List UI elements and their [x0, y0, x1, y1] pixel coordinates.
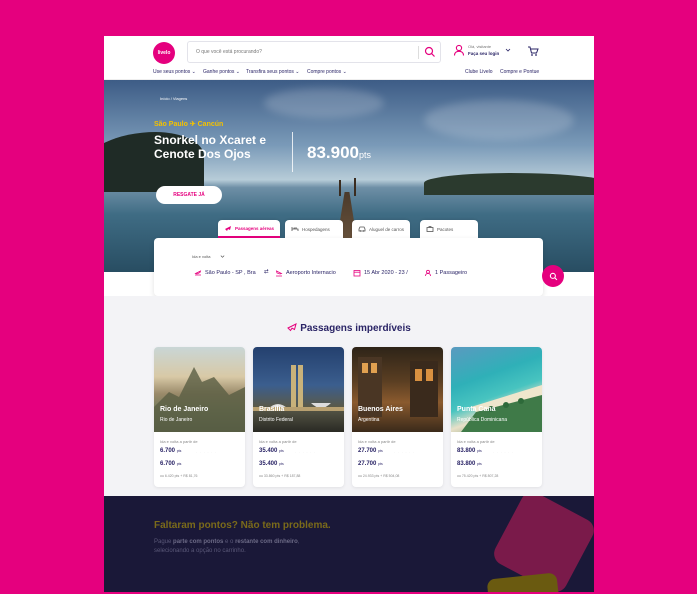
dots-divider: · · · · · ·: [394, 450, 416, 454]
dots-divider: · · · · · ·: [493, 450, 515, 454]
cloud: [424, 100, 574, 140]
deal-city: Rio de Janeiro: [160, 406, 209, 413]
deal-card-brasilia[interactable]: Brasília Distrito Federal Ida e volta a …: [253, 347, 344, 487]
nav-earn-points[interactable]: Ganhe pontos ⌄: [203, 69, 240, 75]
plane-icon: [225, 226, 231, 231]
dots-divider: · · · · · ·: [196, 450, 218, 454]
person-icon: [425, 269, 431, 277]
tab-packages[interactable]: Pacotes: [420, 220, 478, 238]
banner-text: Pague parte com pontos e o restante com …: [154, 539, 300, 554]
deal-card-rio[interactable]: Rio de Janeiro Rio de Janeiro Ida e volt…: [154, 347, 245, 487]
nav-use-points[interactable]: Use seus pontos ⌄: [153, 69, 196, 75]
deal-region: República Dominicana: [457, 417, 508, 423]
deal-points-club: 27.700 pts: [358, 461, 383, 467]
deal-mixed-payment: ou 24.933 pts + R$ 504,08: [358, 474, 400, 478]
nav-transfer-points[interactable]: Transfira seus pontos ⌄: [246, 69, 300, 75]
deal-mixed-payment: ou 75.420 pts + R$ 807,28: [457, 474, 499, 478]
header: livelo O que você está procurando? Olá, …: [104, 36, 594, 80]
search-icon: [549, 272, 557, 280]
suitcase-icon: [426, 226, 434, 232]
calendar-icon: [353, 270, 361, 277]
nav-buy-points[interactable]: Compre pontos ⌄: [307, 69, 347, 75]
takeoff-icon: [194, 270, 202, 276]
deal-city: Punta Cana: [457, 406, 496, 413]
price-from-label: Ida e volta a partir de: [358, 439, 396, 444]
nav-clube-livelo[interactable]: Clube Livelo: [465, 69, 493, 75]
route-label: São Paulo ✈ Cancún: [154, 121, 224, 128]
plane-icon: ✈: [189, 121, 196, 128]
search-input[interactable]: O que você está procurando?: [196, 49, 262, 55]
breadcrumb-current: Viagens: [172, 96, 188, 101]
deal-points: 6.700 pts: [160, 448, 182, 454]
deal-city: Buenos Aires: [358, 406, 403, 413]
offer-title: Snorkel no Xcaret e Cenote Dos Ojos: [154, 133, 267, 161]
bed-icon: [291, 227, 299, 231]
nav-compre-pontue[interactable]: Compre e Pontue: [500, 69, 539, 75]
price-from-label: Ida e volta a partir de: [457, 439, 495, 444]
deals-title: Passagens imperdíveis: [104, 322, 594, 334]
decorative-shape: [486, 572, 560, 592]
trip-type-select[interactable]: Ida e volta: [192, 254, 210, 259]
passengers-field[interactable]: 1 Passageiro: [424, 269, 467, 277]
plane-icon: [287, 323, 297, 332]
page: livelo O que você está procurando? Olá, …: [104, 36, 594, 592]
cloud: [264, 88, 384, 118]
cart-icon[interactable]: [527, 45, 539, 57]
user-icon[interactable]: [452, 43, 466, 57]
breadcrumb: Início / Viagens: [160, 96, 187, 101]
pier-post: [339, 180, 341, 196]
deal-card-buenos-aires[interactable]: Buenos Aires Argentina Ida e volta a par…: [352, 347, 443, 487]
redeem-button[interactable]: RESGATE JÁ: [156, 186, 222, 204]
deal-points: 35.400 pts: [259, 448, 284, 454]
search-bar[interactable]: O que você está procurando?: [187, 41, 441, 63]
deal-points: 27.700 pts: [358, 448, 383, 454]
pier-post: [354, 178, 356, 196]
search-icon[interactable]: [423, 45, 437, 59]
deal-points-club: 6.700 pts: [160, 461, 182, 467]
banner-title: Faltaram pontos? Não tem problema.: [154, 520, 331, 531]
dots-divider: · · · · · ·: [295, 450, 317, 454]
deal-points: 83.800 pts: [457, 448, 482, 454]
price-from-label: Ida e volta a partir de: [259, 439, 297, 444]
landing-icon: [275, 270, 283, 277]
chevron-down-icon[interactable]: [220, 254, 225, 259]
deal-region: Distrito Federal: [259, 417, 293, 423]
deal-mixed-payment: ou 33.860 pts + R$ 187,88: [259, 474, 301, 478]
origin-field[interactable]: São Paulo - SP , Bra: [194, 269, 256, 277]
deal-card-punta-cana[interactable]: Punta Cana República Dominicana Ida e vo…: [451, 347, 542, 487]
destination-field[interactable]: Aeroporto Internacio: [275, 269, 336, 277]
livelo-logo[interactable]: livelo: [153, 42, 175, 64]
deal-city: Brasília: [259, 406, 285, 413]
search-button[interactable]: [542, 265, 564, 287]
swap-icon[interactable]: ⇄: [264, 269, 269, 275]
divider: [292, 132, 293, 172]
chevron-down-icon[interactable]: [505, 47, 511, 53]
tab-flights[interactable]: Passagens aéreas: [218, 220, 280, 238]
deal-points-club: 35.400 pts: [259, 461, 284, 467]
tab-car-rental[interactable]: Aluguel de carros: [352, 220, 410, 238]
partial-payment-banner: Faltaram pontos? Não tem problema. Pague…: [104, 496, 594, 592]
breadcrumb-home[interactable]: Início: [160, 96, 170, 101]
price-from-label: Ida e volta a partir de: [160, 439, 198, 444]
login-link[interactable]: Faça seu login: [468, 51, 499, 56]
island-right: [424, 173, 594, 195]
car-icon: [358, 226, 366, 232]
dates-field[interactable]: 15 Abr 2020 - 23 /: [353, 269, 408, 277]
greeting-text: Olá, visitante: [468, 44, 492, 49]
flight-search-form: Ida e volta São Paulo - SP , Bra ⇄ Aerop…: [154, 238, 564, 296]
deal-region: Rio de Janeiro: [160, 417, 193, 423]
search-divider: [418, 46, 419, 59]
offer-points: 83.900pts: [307, 143, 372, 162]
deal-region: Argentina: [358, 417, 380, 423]
deal-points-club: 83.800 pts: [457, 461, 482, 467]
deal-mixed-payment: ou 6.420 pts + R$ 81,76: [160, 474, 198, 478]
tab-hotels[interactable]: Hospedagens: [285, 220, 343, 238]
